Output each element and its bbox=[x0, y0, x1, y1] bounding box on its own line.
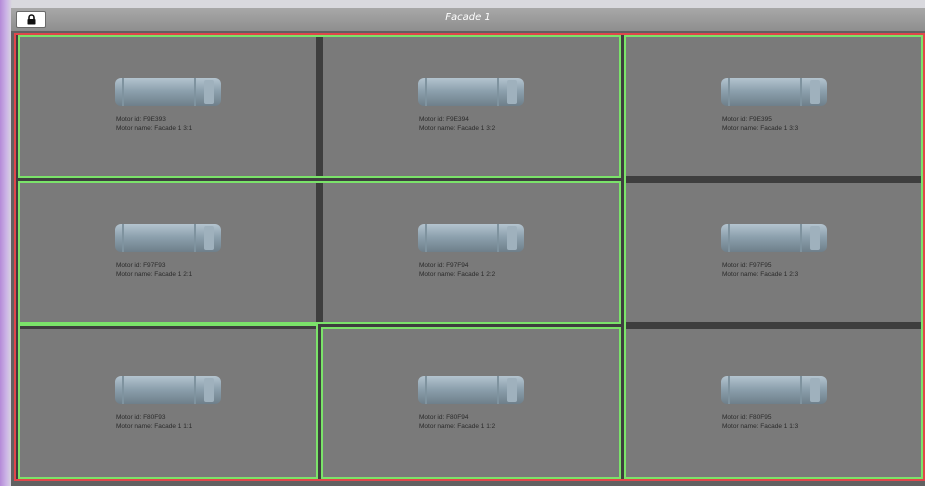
motor-name: Motor name: Facade 1 1:2 bbox=[419, 423, 496, 430]
motor-icon bbox=[418, 376, 524, 404]
motor-info: Motor id: F80F95 Motor name: Facade 1 1:… bbox=[722, 413, 798, 431]
panel-1-1-2[interactable]: Motor id: F80F94 Motor name: Facade 1 1:… bbox=[323, 329, 619, 477]
motor-id: Motor id: F97F94 bbox=[419, 262, 469, 269]
panel-1-1-3[interactable]: Motor id: F80F95 Motor name: Facade 1 1:… bbox=[626, 329, 921, 477]
motor-info: Motor id: F9E394 Motor name: Facade 1 3:… bbox=[419, 115, 495, 133]
motor-name: Motor name: Facade 1 1:1 bbox=[116, 423, 193, 430]
motor-icon bbox=[115, 224, 221, 252]
motor-icon bbox=[418, 78, 524, 106]
motor-icon bbox=[721, 376, 827, 404]
motor-name: Motor name: Facade 1 2:1 bbox=[116, 271, 193, 278]
panel-1-1-1[interactable]: Motor id: F80F93 Motor name: Facade 1 1:… bbox=[20, 329, 316, 477]
motor-info: Motor id: F9E393 Motor name: Facade 1 3:… bbox=[116, 115, 192, 133]
panel-1-3-1[interactable]: Motor id: F9E393 Motor name: Facade 1 3:… bbox=[20, 37, 316, 176]
facade-window: Facade 1 Motor id: F9E393 Motor name: Fa… bbox=[11, 8, 925, 486]
motor-id: Motor id: F80F94 bbox=[419, 414, 469, 421]
motor-info: Motor id: F9E395 Motor name: Facade 1 3:… bbox=[722, 115, 798, 133]
motor-info: Motor id: F97F95 Motor name: Facade 1 2:… bbox=[722, 261, 798, 279]
panel-1-2-2[interactable]: Motor id: F97F94 Motor name: Facade 1 2:… bbox=[323, 183, 619, 322]
panel-1-3-3[interactable]: Motor id: F9E395 Motor name: Facade 1 3:… bbox=[626, 37, 921, 176]
motor-info: Motor id: F97F93 Motor name: Facade 1 2:… bbox=[116, 261, 192, 279]
panel-1-2-1[interactable]: Motor id: F97F93 Motor name: Facade 1 2:… bbox=[20, 183, 316, 322]
motor-id: Motor id: F80F93 bbox=[116, 414, 166, 421]
title-bar: Facade 1 bbox=[11, 8, 925, 31]
motor-name: Motor name: Facade 1 3:3 bbox=[722, 125, 799, 132]
motor-icon bbox=[115, 376, 221, 404]
motor-name: Motor name: Facade 1 1:3 bbox=[722, 423, 799, 430]
motor-id: Motor id: F9E394 bbox=[419, 116, 469, 123]
motor-name: Motor name: Facade 1 3:1 bbox=[116, 125, 193, 132]
motor-icon bbox=[721, 78, 827, 106]
motor-icon bbox=[115, 78, 221, 106]
motor-name: Motor name: Facade 1 2:2 bbox=[419, 271, 496, 278]
motor-id: Motor id: F9E393 bbox=[116, 116, 166, 123]
panel-1-2-3[interactable]: Motor id: F97F95 Motor name: Facade 1 2:… bbox=[626, 183, 921, 322]
motor-id: Motor id: F9E395 bbox=[722, 116, 772, 123]
motor-info: Motor id: F80F94 Motor name: Facade 1 1:… bbox=[419, 413, 495, 431]
facade-grid: Motor id: F9E393 Motor name: Facade 1 3:… bbox=[14, 33, 925, 481]
motor-id: Motor id: F97F93 bbox=[116, 262, 166, 269]
motor-icon bbox=[418, 224, 524, 252]
motor-name: Motor name: Facade 1 2:3 bbox=[722, 271, 799, 278]
motor-id: Motor id: F80F95 bbox=[722, 414, 772, 421]
motor-icon bbox=[721, 224, 827, 252]
panel-1-3-2[interactable]: Motor id: F9E394 Motor name: Facade 1 3:… bbox=[323, 37, 619, 176]
motor-name: Motor name: Facade 1 3:2 bbox=[419, 125, 496, 132]
motor-id: Motor id: F97F95 bbox=[722, 262, 772, 269]
motor-info: Motor id: F80F93 Motor name: Facade 1 1:… bbox=[116, 413, 192, 431]
motor-info: Motor id: F97F94 Motor name: Facade 1 2:… bbox=[419, 261, 495, 279]
window-title: Facade 1 bbox=[445, 12, 491, 23]
